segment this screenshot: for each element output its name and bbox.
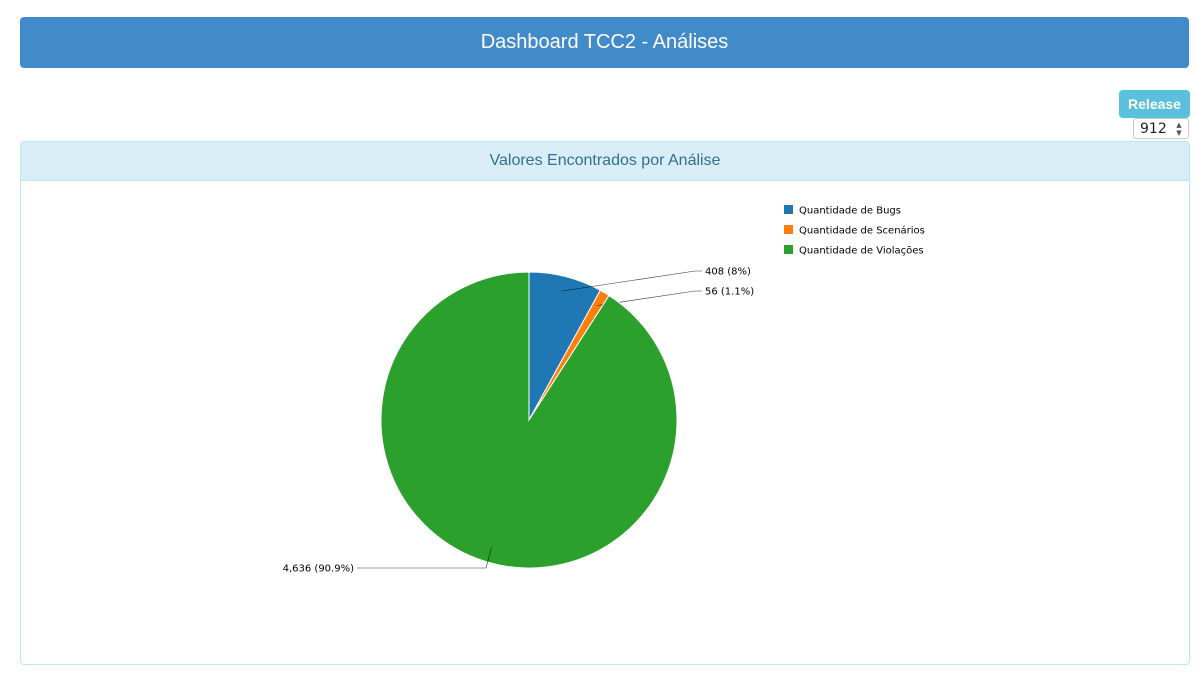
legend-label-2[interactable]: Quantidade de Scenários [799,225,925,237]
legend-swatch-3[interactable] [784,245,793,254]
legend-label-3[interactable]: Quantidade de Violações [799,246,924,257]
pie-data-label-2: 56 (1.1%) [705,287,754,298]
pie-leader-line-1 [562,270,702,292]
pie-chart: 408 (8%) 56 (1.1%) 4,636 (90.9%) Quantidade… [283,205,925,575]
legend-swatch-1[interactable] [784,205,793,214]
legend-swatch-2[interactable] [784,225,793,234]
pie-data-label-3: 4,636 (90.9%) [283,564,354,575]
pie-data-label-1: 408 (8%) [705,267,751,278]
legend-label-1[interactable]: Quantidade de Bugs [799,206,901,217]
pie-slice-3[interactable] [380,271,678,569]
